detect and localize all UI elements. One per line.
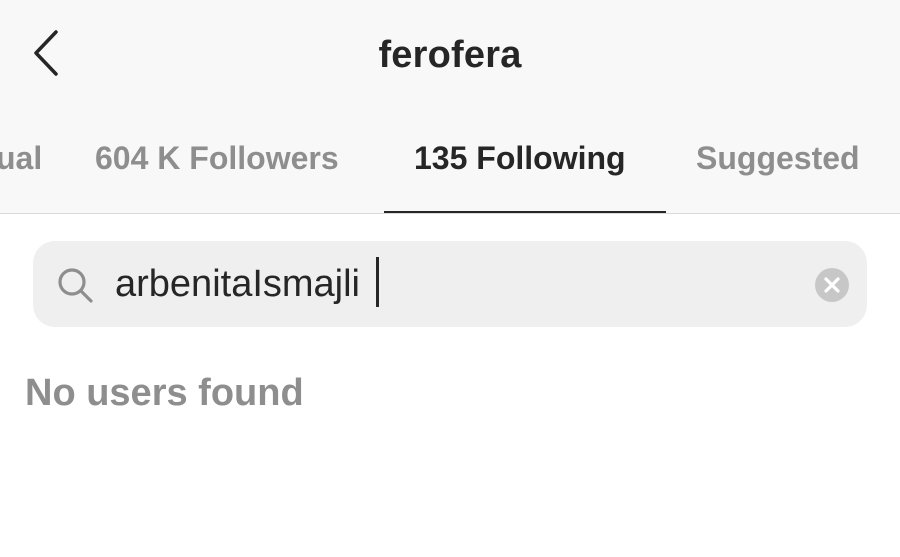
tab-followers[interactable]: 604 K Followers bbox=[95, 140, 339, 177]
tab-suggested[interactable]: Suggested bbox=[696, 140, 860, 177]
search-icon bbox=[58, 268, 93, 303]
header-divider bbox=[0, 213, 900, 214]
search-bar[interactable] bbox=[33, 241, 867, 327]
tab-following[interactable]: 135 Following bbox=[414, 140, 626, 177]
header-bar: ferofera ual 604 K Followers 135 Followi… bbox=[0, 0, 900, 213]
search-input[interactable] bbox=[115, 261, 755, 307]
following-screen: ferofera ual 604 K Followers 135 Followi… bbox=[0, 0, 900, 557]
text-cursor bbox=[376, 257, 379, 307]
no-results-message: No users found bbox=[25, 372, 304, 414]
tab-mutual[interactable]: ual bbox=[0, 140, 42, 177]
clear-search-button[interactable] bbox=[815, 268, 849, 302]
clear-circle-icon bbox=[815, 268, 849, 302]
page-title: ferofera bbox=[378, 34, 522, 76]
tab-bar: ual 604 K Followers 135 Following Sugges… bbox=[0, 140, 900, 186]
